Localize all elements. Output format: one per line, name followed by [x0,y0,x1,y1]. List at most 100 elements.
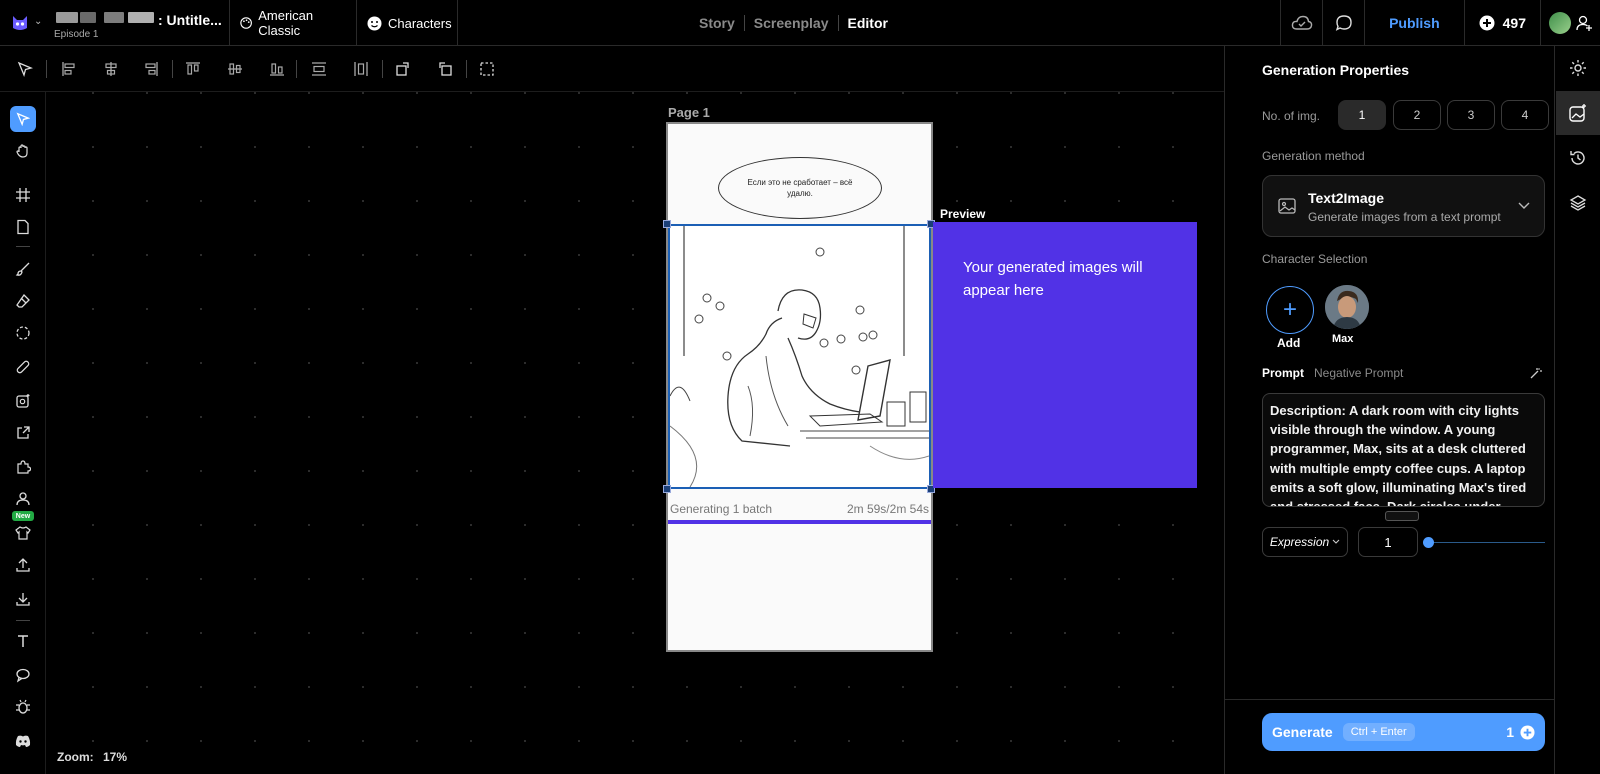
right-panel-rail [1556,46,1600,774]
align-right-button[interactable] [140,58,162,80]
rotate-right-button[interactable] [392,58,414,80]
generate-cost: 1 [1506,724,1535,740]
rotate-left-button[interactable] [434,58,456,80]
align-middle-button[interactable] [224,58,246,80]
hand-tool[interactable] [10,138,36,164]
style-selector[interactable]: American Classic [230,0,357,46]
option-label: 2 [1413,108,1421,122]
user-add-icon [1575,15,1592,31]
distribute-horizontal-icon [354,62,368,76]
page-icon [17,219,29,235]
generation-panel-button[interactable] [1556,91,1600,135]
lasso-icon [16,326,30,340]
distribute-vertical-button[interactable] [308,58,330,80]
align-center-h-button[interactable] [100,58,122,80]
project-menu[interactable]: ⌄ : Untitle... Episode 1 [0,0,230,46]
tab-screenplay[interactable]: Screenplay [745,15,839,31]
speech-bubble-icon [16,668,30,683]
textarea-resize-handle[interactable] [1385,511,1419,521]
credits-button[interactable]: 497 [1463,0,1540,46]
character-pose-tool[interactable] [10,486,36,512]
puzzle-tool[interactable] [10,454,36,480]
num-images-option-3[interactable]: 3 [1447,100,1495,130]
image-sparkle-icon [1569,104,1586,122]
bug-icon [16,699,30,714]
heal-tool[interactable] [10,354,36,380]
credits-count: 497 [1502,15,1526,31]
comic-panel[interactable] [668,224,931,489]
num-images-option-2[interactable]: 2 [1393,100,1441,130]
expression-label: Expression [1269,535,1330,549]
speech-bubble-tool[interactable] [10,662,36,688]
add-character-button[interactable]: + [1266,286,1314,334]
characters-button[interactable]: Characters [357,0,458,46]
page-tool[interactable] [10,214,36,240]
generate-button[interactable]: Generate Ctrl + Enter 1 [1262,713,1545,751]
align-top-button[interactable] [182,58,204,80]
speech-bubble[interactable]: Если это не сработает – всё удалю. [718,157,882,219]
text-icon [18,635,28,647]
align-bottom-button[interactable] [266,58,288,80]
bug-report-button[interactable] [10,694,36,720]
download-tool[interactable] [10,586,36,612]
user-menu[interactable] [1540,0,1600,46]
frame-tool[interactable] [10,182,36,208]
text-tool[interactable] [10,628,36,654]
prompt-textarea[interactable]: Description: A dark room with city light… [1262,393,1545,507]
episode-label: Episode 1 [54,29,99,40]
generate-shortcut: Ctrl + Enter [1342,723,1415,741]
history-icon [1570,151,1585,165]
app-logo-icon [13,16,27,30]
resize-handle-bottom-left[interactable] [663,485,671,493]
method-title: Text2Image [1308,190,1384,206]
expression-slider-thumb[interactable] [1423,537,1434,548]
export-tool[interactable] [10,420,36,446]
page-title: Page 1 [668,105,710,120]
num-images-option-1[interactable]: 1 [1338,100,1386,130]
generation-method-dropdown[interactable]: Text2Image Generate images from a text p… [1262,175,1545,237]
comments-button[interactable] [1322,0,1364,46]
panel-sketch [670,226,929,487]
pointer-tool[interactable] [10,106,36,132]
tab-prompt[interactable]: Prompt [1262,366,1304,380]
tab-negative-prompt[interactable]: Negative Prompt [1314,366,1403,380]
avatar [1548,12,1571,34]
upload-tool[interactable] [10,552,36,578]
outfit-tool[interactable] [10,520,36,546]
characters-label: Characters [388,15,452,31]
tab-editor[interactable]: Editor [839,15,897,31]
comic-page[interactable]: Если это не сработает – всё удалю. Gener… [663,122,935,652]
expression-slider-track[interactable] [1427,542,1545,543]
dashed-square-icon [480,62,494,76]
expression-dropdown[interactable]: Expression [1262,527,1348,557]
tab-story[interactable]: Story [690,15,745,31]
chevron-down-icon [1332,539,1340,544]
align-left-button[interactable] [58,58,80,80]
marquee-select-button[interactable] [476,58,498,80]
settings-button[interactable] [1556,46,1600,90]
preview-label: Preview [940,207,986,221]
cloud-sync-button[interactable] [1280,0,1322,46]
character-avatar-max[interactable] [1325,285,1369,329]
brush-tool[interactable] [10,256,36,282]
select-tool-button[interactable] [14,58,36,80]
discord-button[interactable] [10,728,36,754]
resize-handle-top-left[interactable] [663,220,671,228]
distribute-horizontal-button[interactable] [350,58,372,80]
distribute-vertical-icon [312,62,326,76]
lasso-tool[interactable] [10,320,36,346]
image-icon [1278,198,1296,214]
generation-properties-panel: Generation Properties No. of img. 1 2 3 … [1224,46,1555,774]
num-images-option-4[interactable]: 4 [1501,100,1549,130]
smiley-icon [367,16,382,30]
align-left-icon [62,62,75,76]
layers-button[interactable] [1556,181,1600,225]
history-button[interactable] [1556,136,1600,180]
publish-button[interactable]: Publish [1364,0,1464,46]
eraser-tool[interactable] [10,288,36,314]
person-icon [16,492,30,506]
magic-wand-icon[interactable] [1529,367,1542,380]
zoom-label: Zoom: [57,750,94,764]
image-magic-tool[interactable] [10,388,36,414]
expression-value-input[interactable]: 1 [1358,527,1418,557]
